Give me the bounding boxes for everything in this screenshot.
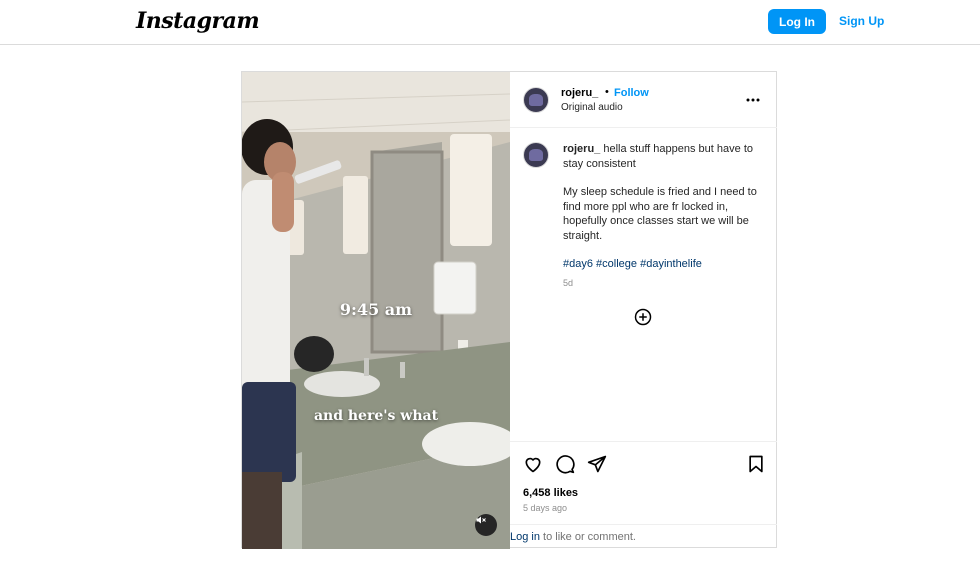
follow-button[interactable]: Follow <box>614 87 649 99</box>
post-card: 9:45 am and here's what rojeru_ • Follow… <box>241 71 777 549</box>
hashtag-link[interactable]: #college <box>596 258 637 270</box>
caption-username[interactable]: rojeru_ <box>563 143 600 155</box>
like-count[interactable]: 6,458 likes <box>523 487 578 499</box>
share-button[interactable] <box>587 454 607 474</box>
signup-link[interactable]: Sign Up <box>839 14 884 28</box>
post-actions: 6,458 likes 5 days ago <box>510 441 777 525</box>
login-prompt-text: to like or comment. <box>539 531 636 543</box>
author-avatar[interactable] <box>523 87 549 113</box>
video-overlay-caption-text: and here's what <box>313 408 439 424</box>
video-overlay-time-text: 9:45 am <box>339 300 413 319</box>
caption-author-avatar[interactable] <box>523 142 549 168</box>
more-options-icon[interactable] <box>746 89 760 105</box>
hashtag-link[interactable]: #day6 <box>563 258 593 270</box>
top-navigation-bar: Instagram Log In Sign Up <box>0 0 980 45</box>
caption-hashtags: #day6 #college #dayinthelife <box>563 257 763 272</box>
post-side-panel: rojeru_ • Follow Original audio rojeru_ … <box>510 72 777 549</box>
comment-icon <box>556 455 575 474</box>
post-header: rojeru_ • Follow Original audio <box>510 72 777 128</box>
like-button[interactable] <box>523 454 543 474</box>
hashtag-link[interactable]: #dayinthelife <box>640 258 702 270</box>
bookmark-icon <box>749 455 763 473</box>
more-horizontal-icon <box>746 98 760 102</box>
post-timestamp: 5 days ago <box>523 503 568 513</box>
post-video[interactable]: 9:45 am and here's what <box>242 72 510 549</box>
send-icon <box>587 455 607 473</box>
circle-plus-icon <box>634 308 652 326</box>
login-button[interactable]: Log In <box>768 9 826 34</box>
original-audio-link[interactable]: Original audio <box>561 102 623 113</box>
post-caption: rojeru_ hella stuff happens but have to … <box>563 142 763 290</box>
caption-age: 5d <box>563 277 574 288</box>
author-username[interactable]: rojeru_ <box>561 87 598 99</box>
save-button[interactable] <box>746 454 766 474</box>
caption-text-line2: My sleep schedule is fried and I need to… <box>563 186 757 242</box>
login-link[interactable]: Log in <box>510 531 540 543</box>
login-to-comment-bar: Log in to like or comment. <box>510 524 777 549</box>
muted-speaker-icon <box>476 516 486 524</box>
comment-button[interactable] <box>555 454 575 474</box>
header-separator: • <box>605 86 609 98</box>
heart-icon <box>525 457 541 473</box>
instagram-logo[interactable]: Instagram <box>136 8 260 34</box>
mute-toggle-button[interactable] <box>475 514 497 536</box>
load-more-comments-button[interactable] <box>634 308 652 326</box>
